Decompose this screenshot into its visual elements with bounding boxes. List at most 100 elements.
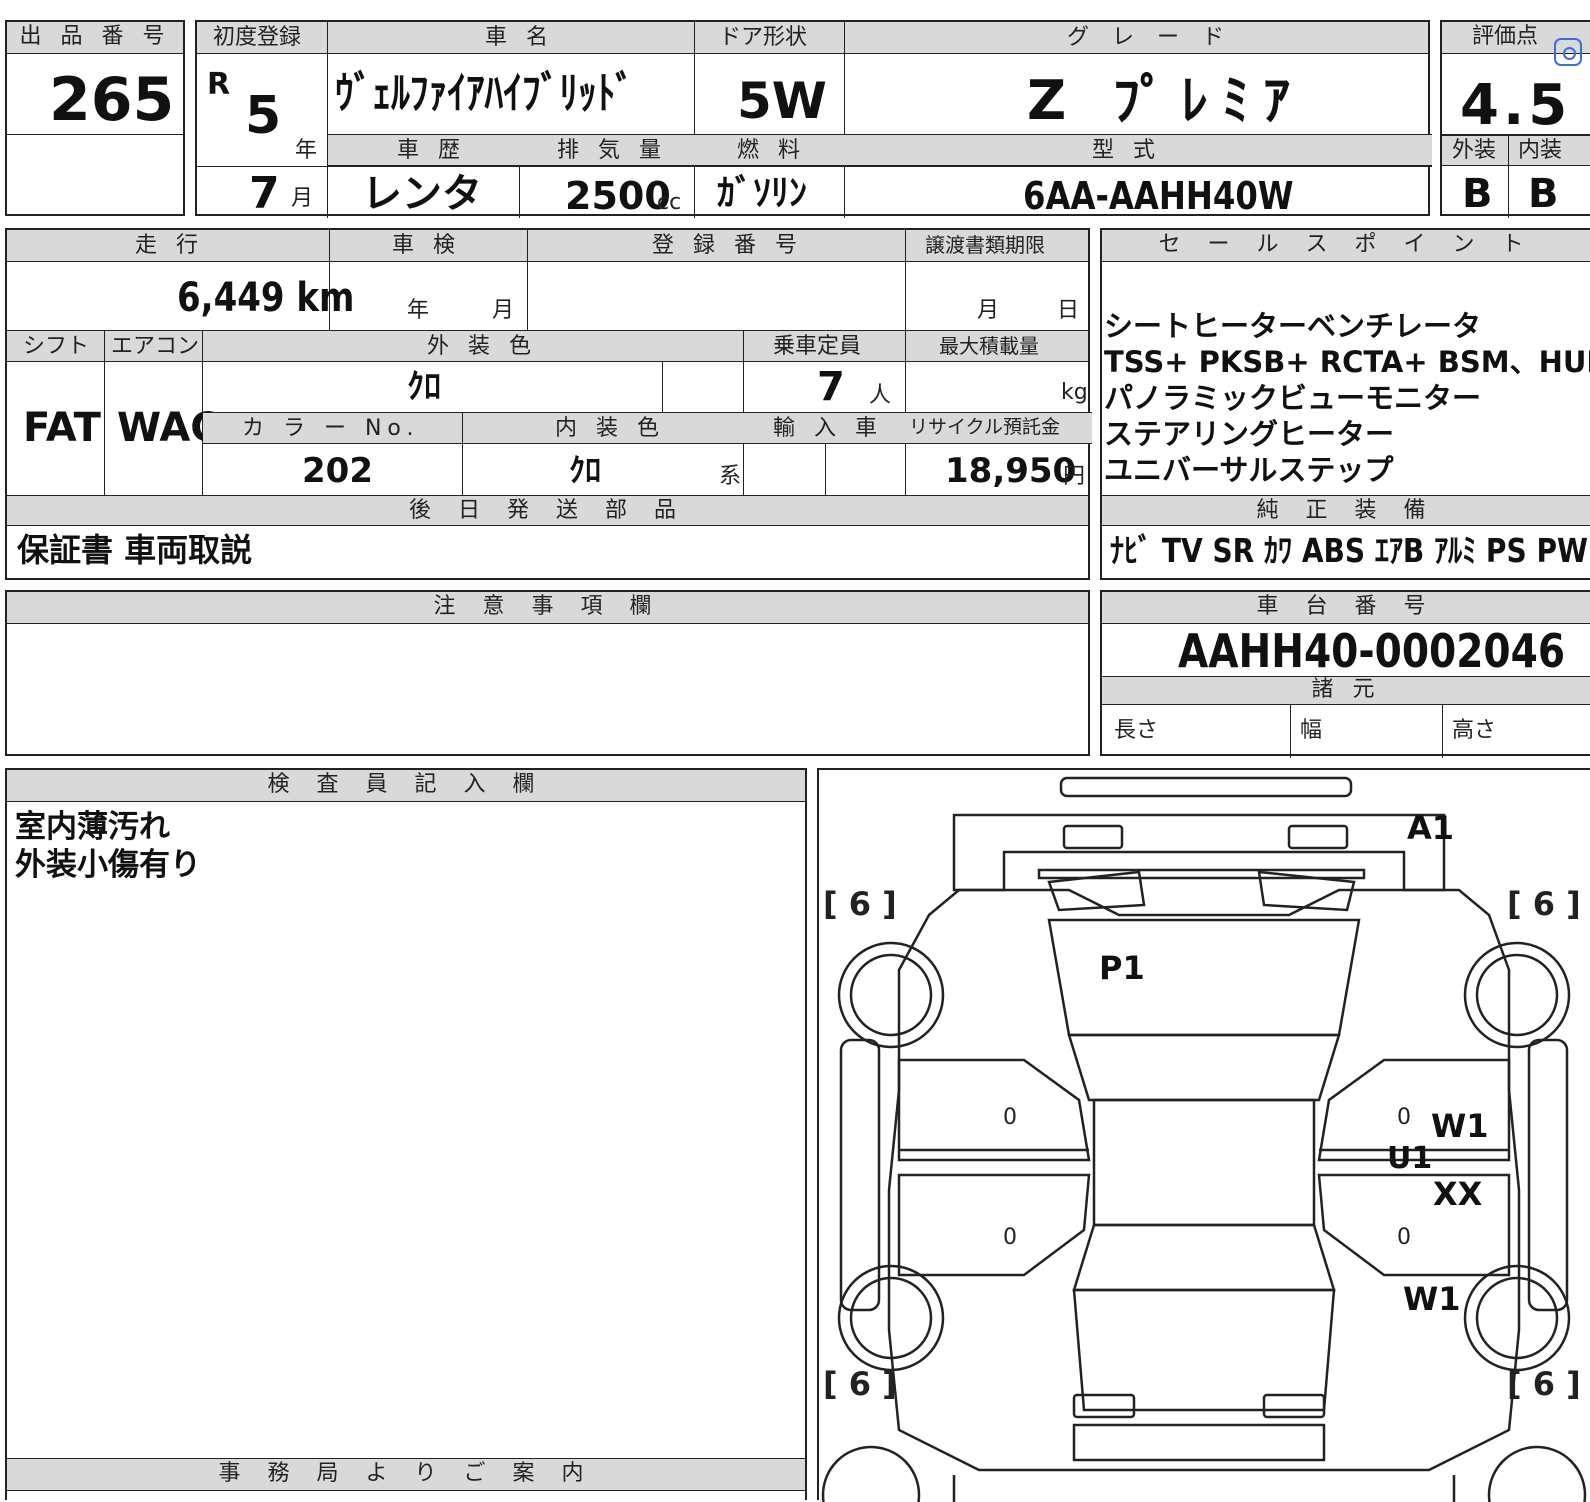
vehicle-main-box: 初度登録 車 名 ドア形状 グ レ ー ド 車 歴 排 気 量 燃 料 型 式 … bbox=[195, 20, 1432, 219]
sales-point-line: ステアリングヒーター bbox=[1104, 417, 1395, 451]
office-notice-label: 事 務 局 よ り ご 案 内 bbox=[7, 1459, 805, 1491]
inspector-box: 検 査 員 記 入 欄 室内薄汚れ 外装小傷有り 事 務 局 よ り ご 案 内 bbox=[5, 768, 807, 1500]
air-conditioner-label: エアコン bbox=[111, 334, 200, 359]
sales-point-line: シートヒーターベンチレータ bbox=[1104, 309, 1482, 343]
lens-icon[interactable] bbox=[1554, 38, 1582, 66]
car-name: ｳﾞｪﾙﾌｧｲｱﾊｲﾌﾞﾘｯﾄﾞ bbox=[335, 68, 635, 119]
car-name-label: 車 名 bbox=[485, 25, 554, 50]
interior-color: ｸﾛ bbox=[569, 451, 602, 489]
caution-label: 注 意 事 項 欄 bbox=[7, 592, 1088, 624]
zero-mark: 0 bbox=[1003, 1105, 1017, 1130]
capacity: 7 bbox=[817, 364, 845, 410]
registration-month: 7 bbox=[249, 168, 280, 219]
interior-color-suffix: 系 bbox=[719, 464, 742, 489]
interior-grade: B bbox=[1528, 171, 1559, 217]
exterior-color-label: 外 装 色 bbox=[427, 334, 537, 359]
score-box: 評価点 4.5 外装 内装 B B bbox=[1440, 20, 1590, 218]
year-unit: 年 bbox=[295, 138, 318, 163]
score-value: 4.5 bbox=[1460, 73, 1572, 138]
history-label: 車 歴 bbox=[397, 138, 466, 163]
fuel: ｶﾞｿﾘﾝ bbox=[717, 173, 807, 214]
damage-mark-u1: U1 bbox=[1387, 1141, 1433, 1176]
mileage-label: 走 行 bbox=[135, 233, 204, 258]
details-box: 走 行 車 検 登 録 番 号 譲渡書類期限 6,449 km 年 月 月 日 … bbox=[5, 228, 1092, 580]
height-label: 高さ bbox=[1452, 718, 1497, 743]
shift-label: シフト bbox=[23, 334, 90, 359]
damage-mark-w1-upper: W1 bbox=[1431, 1107, 1489, 1145]
zero-mark: 0 bbox=[1397, 1225, 1411, 1250]
inspection-month-unit: 月 bbox=[492, 298, 515, 323]
transfer-deadline-label: 譲渡書類期限 bbox=[925, 233, 1045, 257]
exterior-grade: B bbox=[1462, 171, 1493, 217]
chassis-number-label: 車 台 番 号 bbox=[1102, 592, 1590, 624]
damage-mark-p1: P1 bbox=[1099, 949, 1145, 987]
damage-diagram-box: [ 6 ] [ 6 ] [ 6 ] [ 6 ] A1 P1 W1 U1 XX W… bbox=[817, 768, 1590, 1502]
sales-point-line: TSS+ PKSB+ RCTA+ BSM、HUD bbox=[1104, 345, 1590, 379]
shift: FAT bbox=[23, 405, 101, 451]
tire-rear-right: [ 6 ] bbox=[1507, 1365, 1581, 1403]
color-number: 202 bbox=[302, 451, 373, 491]
color-number-label: カ ラ ー No. bbox=[242, 416, 420, 441]
equipment-label: 純 正 装 備 bbox=[1102, 496, 1590, 526]
inspector-note: 室内薄汚れ bbox=[15, 809, 170, 845]
model-label: 型 式 bbox=[1092, 138, 1161, 163]
damage-mark-a1: A1 bbox=[1407, 809, 1455, 847]
recycle-fee-unit: 円 bbox=[1063, 464, 1086, 489]
era-letter: R bbox=[207, 67, 231, 102]
tire-rear-left: [ 6 ] bbox=[823, 1365, 897, 1403]
width-label: 幅 bbox=[1300, 718, 1323, 743]
lot-number: 265 bbox=[49, 65, 175, 135]
fuel-label: 燃 料 bbox=[737, 138, 806, 163]
sales-point-label: セ ー ル ス ポ イ ン ト bbox=[1102, 230, 1590, 262]
interior-color-label: 内 装 色 bbox=[555, 416, 665, 441]
max-load-unit: kg bbox=[1061, 380, 1088, 405]
lot-number-label: 出 品 番 号 bbox=[7, 22, 183, 54]
tire-front-right: [ 6 ] bbox=[1507, 885, 1581, 923]
zero-mark: 0 bbox=[1397, 1105, 1411, 1130]
transfer-day-unit: 日 bbox=[1057, 298, 1080, 323]
recycle-fee-label: リサイクル預託金 bbox=[909, 416, 1061, 438]
inspection-year-unit: 年 bbox=[407, 298, 430, 323]
recycle-fee: 18,950 bbox=[945, 451, 1077, 491]
chassis-box: 車 台 番 号 AAHH40-0002046 諸 元 長さ 幅 高さ bbox=[1100, 590, 1590, 758]
grade-label: グ レ ー ド bbox=[1067, 25, 1232, 50]
tire-front-left: [ 6 ] bbox=[823, 885, 897, 923]
equipment: ﾅﾋﾞ TV SR ｶﾜ ABS ｴｱB ｱﾙﾐ PS PW bbox=[1110, 531, 1588, 570]
inspector-notes: 室内薄汚れ 外装小傷有り bbox=[15, 808, 201, 884]
model: 6AA-AAHH40W bbox=[1023, 174, 1294, 218]
door-type: 5W bbox=[737, 72, 827, 130]
exterior-grade-label: 外装 bbox=[1452, 138, 1497, 163]
later-parts-label: 後 日 発 送 部 品 bbox=[7, 496, 1088, 526]
caution-box: 注 意 事 項 欄 bbox=[5, 590, 1090, 756]
max-load-label: 最大積載量 bbox=[939, 334, 1039, 358]
damage-mark-xx: XX bbox=[1433, 1175, 1483, 1213]
spec-label: 諸 元 bbox=[1102, 677, 1590, 705]
inspector-note: 外装小傷有り bbox=[15, 847, 201, 883]
interior-grade-label: 内装 bbox=[1518, 138, 1563, 163]
capacity-label: 乗車定員 bbox=[773, 334, 862, 359]
displacement: 2500 bbox=[565, 174, 671, 218]
exterior-color: ｸﾛ bbox=[407, 367, 441, 407]
lot-number-box: 出 品 番 号 265 bbox=[5, 20, 185, 216]
damage-mark-w1-lower: W1 bbox=[1403, 1280, 1461, 1318]
door-type-label: ドア形状 bbox=[719, 25, 808, 50]
chassis-number: AAHH40-0002046 bbox=[1178, 624, 1566, 678]
transfer-month-unit: 月 bbox=[977, 298, 1000, 323]
mileage: 6,449 km bbox=[177, 275, 355, 321]
sales-point-line: パノラミックビューモニター bbox=[1104, 381, 1482, 415]
month-unit: 月 bbox=[291, 186, 314, 211]
capacity-unit: 人 bbox=[869, 383, 892, 408]
length-label: 長さ bbox=[1114, 718, 1159, 743]
first-registration-label: 初度登録 bbox=[213, 25, 302, 50]
registration-year: 5 bbox=[245, 86, 282, 146]
registration-number-label: 登 録 番 号 bbox=[652, 233, 803, 258]
later-parts: 保証書 車両取説 bbox=[17, 531, 253, 569]
displacement-unit: cc bbox=[657, 190, 682, 215]
history: レンタ bbox=[362, 171, 482, 217]
displacement-label: 排 気 量 bbox=[557, 138, 667, 163]
import-label: 輸 入 車 bbox=[773, 416, 883, 441]
grade: Z ﾌﾟﾚﾐｱ bbox=[1027, 69, 1304, 132]
inspection-label: 車 検 bbox=[392, 233, 461, 258]
inspector-label: 検 査 員 記 入 欄 bbox=[7, 770, 805, 802]
sales-point-box: セ ー ル ス ポ イ ン ト シートヒーターベンチレータ TSS+ PKSB+… bbox=[1100, 228, 1590, 580]
